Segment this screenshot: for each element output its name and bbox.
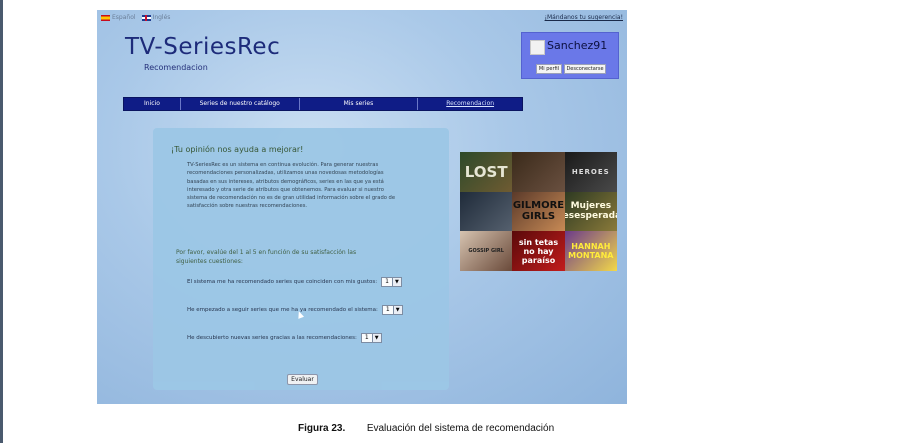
- feedback-panel: ¡Tu opinión nos ayuda a mejorar! TV-Seri…: [153, 128, 449, 390]
- app-screenshot: Español Inglés ¡Mándanos tu sugerencia! …: [97, 10, 627, 404]
- logout-button[interactable]: Desconectarse: [564, 64, 606, 74]
- collage-tile: HANNAH MONTANA: [564, 231, 617, 271]
- main-nav: Inicio Series de nuestro catálogo Mis se…: [123, 97, 523, 111]
- question-label: He empezado a seguir series que me ha ya…: [187, 307, 378, 313]
- question-row: El sistema me ha recomendado series que …: [187, 277, 402, 287]
- question-label: El sistema me ha recomendado series que …: [187, 279, 378, 285]
- avatar: [530, 40, 545, 55]
- series-collage: LOST HEROES GILMORE GIRLS Mujeres Desesp…: [460, 152, 617, 271]
- nav-item-catalog[interactable]: Series de nuestro catálogo: [181, 98, 300, 110]
- chevron-down-icon: ▼: [392, 306, 402, 314]
- lang-english[interactable]: Inglés: [141, 14, 170, 21]
- user-panel: Sanchez91 Mi perfil Desconectarse: [521, 32, 619, 79]
- app-subtitle: Recomendacion: [144, 63, 208, 72]
- my-profile-button[interactable]: Mi perfil: [536, 64, 562, 74]
- figure-label: Figura 23.: [298, 423, 346, 434]
- rating-select[interactable]: 1 ▼: [360, 333, 382, 343]
- left-border: [0, 0, 3, 443]
- question-row: He descubierto nuevas series gracias a l…: [187, 333, 382, 343]
- collage-tile: LOST: [460, 152, 513, 192]
- rating-prompt: Por favor, evalúe del 1 al 5 en función …: [176, 249, 357, 265]
- figure-caption: Figura 23. Evaluación del sistema de rec…: [298, 423, 554, 434]
- evaluate-button[interactable]: Evaluar: [287, 374, 318, 385]
- collage-tile: sin tetas no hay paraíso: [512, 231, 565, 271]
- app-title: TV-SeriesRec: [125, 34, 281, 60]
- rating-select[interactable]: 1 ▼: [381, 305, 403, 315]
- question-row: He empezado a seguir series que me ha ya…: [187, 305, 403, 315]
- language-selector: Español Inglés: [101, 14, 170, 21]
- chevron-down-icon: ▼: [391, 278, 401, 286]
- intro-text: TV-SeriesRec es un sistema en continua e…: [187, 162, 396, 210]
- question-label: He descubierto nuevas series gracias a l…: [187, 335, 357, 341]
- collage-tile: GOSSIP GIRL: [460, 231, 513, 271]
- nav-item-recommendation[interactable]: Recomendacion: [418, 98, 522, 110]
- collage-tile: GILMORE GIRLS: [512, 191, 565, 232]
- username: Sanchez91: [547, 39, 608, 52]
- nav-item-my-series[interactable]: Mis series: [300, 98, 419, 110]
- rating-select[interactable]: 1 ▼: [381, 277, 402, 287]
- nav-item-home[interactable]: Inicio: [124, 98, 181, 110]
- lang-spanish[interactable]: Español: [101, 14, 136, 21]
- uk-flag-icon: [141, 14, 151, 21]
- suggestion-link[interactable]: ¡Mándanos tu sugerencia!: [545, 14, 623, 21]
- spain-flag-icon: [101, 14, 110, 21]
- collage-tile: Mujeres Desesperadas: [564, 191, 617, 232]
- chevron-down-icon: ▼: [371, 334, 381, 342]
- collage-tile: [512, 152, 565, 192]
- figure-text: Evaluación del sistema de recomendación: [366, 423, 555, 434]
- collage-tile: HEROES: [564, 152, 617, 192]
- panel-title: ¡Tu opinión nos ayuda a mejorar!: [171, 145, 304, 154]
- collage-tile: [460, 191, 513, 232]
